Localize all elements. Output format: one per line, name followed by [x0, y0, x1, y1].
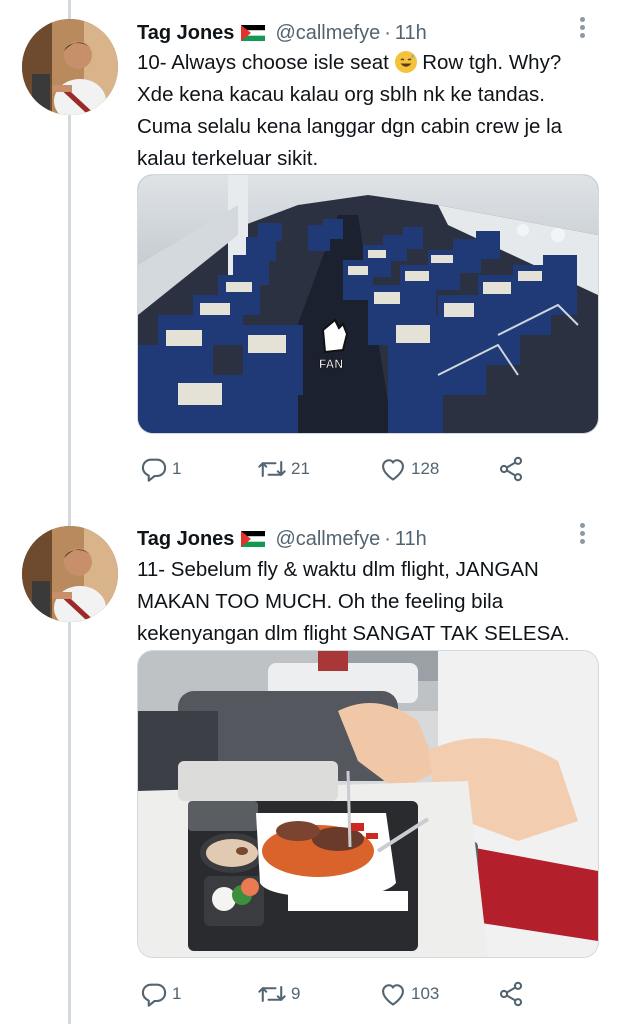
- like-count: 128: [411, 459, 440, 478]
- svg-text:FAN: FAN: [319, 357, 343, 371]
- tweet-image-airplane-cabin[interactable]: FAN: [137, 174, 599, 434]
- tweet-text-line: kekenyangan dlm flight SANGAT TAK SELESA…: [137, 622, 570, 645]
- retweet-button[interactable]: 9: [257, 979, 300, 1009]
- share-icon: [499, 456, 523, 482]
- reply-button[interactable]: 1: [140, 454, 181, 484]
- author-handle[interactable]: @callmefye: [275, 528, 380, 551]
- reply-count: 1: [172, 984, 182, 1003]
- separator-dot: ·: [384, 527, 391, 550]
- tweet-actions: 1 9 103: [137, 979, 597, 1009]
- retweet-count: 9: [291, 984, 301, 1003]
- share-button[interactable]: [497, 454, 525, 484]
- separator-dot: ·: [384, 21, 391, 44]
- retweet-icon: [258, 461, 286, 477]
- palestine-flag-icon: [241, 25, 266, 41]
- reply-icon: [141, 458, 167, 482]
- author-name[interactable]: Tag Jones: [137, 528, 234, 551]
- retweet-button[interactable]: 21: [257, 454, 310, 484]
- more-options-icon[interactable]: [572, 14, 592, 44]
- more-options-icon[interactable]: [572, 520, 592, 550]
- palestine-flag-icon: [241, 531, 266, 547]
- sweat-smile-emoji-icon: [394, 51, 417, 73]
- like-count: 103: [411, 984, 440, 1003]
- tweet-actions: 1 21 128: [137, 454, 597, 484]
- timestamp[interactable]: 11h: [395, 22, 427, 45]
- reply-button[interactable]: 1: [140, 979, 181, 1009]
- tweet-text-line: Row tgh. Why?: [416, 51, 562, 74]
- avatar[interactable]: [22, 19, 118, 115]
- retweet-count: 21: [291, 459, 310, 478]
- tweet-text-line: Cuma selalu kena langgar dgn cabin crew …: [137, 115, 563, 138]
- tweet-text-line: 10- Always choose isle seat: [137, 51, 389, 74]
- tweet-text-line: Xde kena kacau kalau org sblh nk ke tand…: [137, 83, 545, 106]
- tweet-header: Tag Jones @callmefye · 11h: [137, 18, 427, 48]
- share-button[interactable]: [497, 979, 525, 1009]
- author-name[interactable]: Tag Jones: [137, 22, 234, 45]
- retweet-icon: [258, 986, 286, 1002]
- heart-icon: [382, 459, 404, 481]
- tweet-text-line: kalau terkeluar sikit.: [137, 147, 319, 170]
- tweet-text-line: MAKAN TOO MUCH. Oh the feeling bila: [137, 590, 504, 613]
- heart-icon: [382, 984, 404, 1006]
- reply-icon: [141, 983, 167, 1007]
- avatar[interactable]: [22, 526, 118, 622]
- tweet-header: Tag Jones @callmefye · 11h: [137, 524, 427, 554]
- reply-count: 1: [172, 459, 182, 478]
- tweet[interactable]: Tag Jones @callmefye · 11h 10- Always ch…: [0, 0, 618, 510]
- timestamp[interactable]: 11h: [395, 528, 427, 551]
- tweet-image-inflight-meal[interactable]: [137, 650, 599, 958]
- author-handle[interactable]: @callmefye: [275, 22, 380, 45]
- tweet[interactable]: Tag Jones @callmefye · 11h 11- Sebelum f…: [0, 510, 618, 1024]
- tweet-text: 11- Sebelum fly & waktu dlm flight, JANG…: [137, 554, 607, 650]
- tweet-text-line: 11- Sebelum fly & waktu dlm flight, JANG…: [137, 558, 539, 581]
- like-button[interactable]: 103: [379, 979, 439, 1009]
- like-button[interactable]: 128: [379, 454, 439, 484]
- share-icon: [499, 981, 523, 1007]
- tweet-text: 10- Always choose isle seat Row tgh. Why…: [137, 47, 607, 175]
